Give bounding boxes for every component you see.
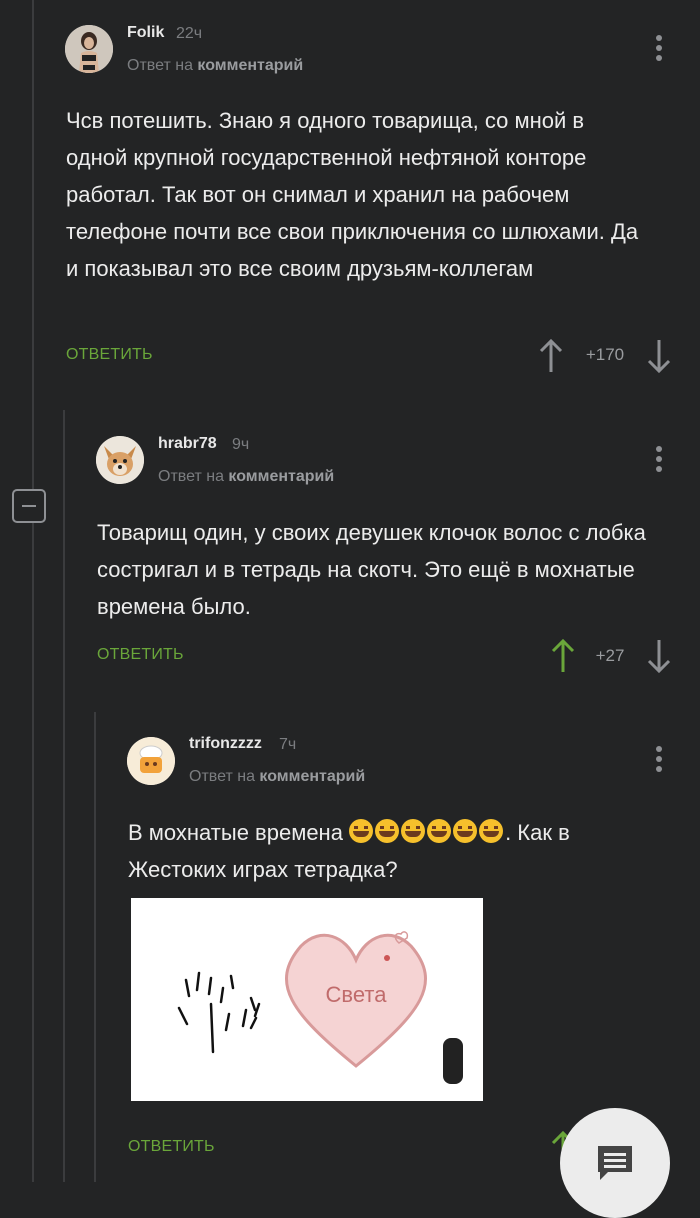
chat-button[interactable] xyxy=(560,1108,670,1218)
thread-line-level-2 xyxy=(63,410,65,1182)
comment-body: Товарищ один, у своих девушек клочок вол… xyxy=(97,520,646,619)
arrow-up-icon[interactable] xyxy=(550,638,576,674)
comment-time: 9ч xyxy=(232,436,250,453)
comment-score: +170 xyxy=(585,345,625,364)
arrow-down-icon[interactable] xyxy=(646,338,672,374)
reply-button[interactable]: ОТВЕТИТЬ xyxy=(97,646,184,664)
avatar-trifonzzzz[interactable] xyxy=(127,737,175,785)
comment-author[interactable]: trifonzzzz xyxy=(189,735,262,753)
reply-button[interactable]: ОТВЕТИТЬ xyxy=(66,346,153,364)
reply-to-prefix: Ответ на xyxy=(158,468,224,485)
notebook-image: Света xyxy=(177,931,463,1084)
more-options-icon[interactable] xyxy=(655,746,663,776)
thread-line-level-1 xyxy=(32,0,34,1182)
collapse-thread-button[interactable] xyxy=(12,489,46,523)
laughing-emoji-icon xyxy=(375,819,400,843)
avatar-folik[interactable] xyxy=(65,25,113,73)
reply-to-target[interactable]: комментарий xyxy=(228,468,334,485)
reply-to-prefix: Ответ на xyxy=(189,768,255,785)
comment-text-before: В мохнатые времена xyxy=(128,820,350,845)
comment-score: +27 xyxy=(595,646,625,665)
reply-to-link[interactable]: Ответ на комментарий xyxy=(127,57,303,75)
reply-to-link[interactable]: Ответ на комментарий xyxy=(158,468,334,486)
reply-to-prefix: Ответ на xyxy=(127,57,193,74)
comment-author[interactable]: hrabr78 xyxy=(158,435,217,453)
reply-to-target[interactable]: комментарий xyxy=(259,768,365,785)
reply-to-link[interactable]: Ответ на комментарий xyxy=(189,768,365,786)
laughing-emoji-icon xyxy=(401,819,426,843)
reply-button[interactable]: ОТВЕТИТЬ xyxy=(128,1138,215,1156)
thread-line-level-3 xyxy=(94,712,96,1182)
more-options-icon[interactable] xyxy=(655,446,663,476)
arrow-down-icon[interactable] xyxy=(646,638,672,674)
comment-author[interactable]: Folik xyxy=(127,24,164,42)
comment-body: В мохнатые времена . Как в Жестоких игра… xyxy=(128,814,658,888)
more-options-icon[interactable] xyxy=(655,35,663,65)
comment-time: 22ч xyxy=(176,25,203,42)
laughing-emoji-icon xyxy=(427,819,452,843)
reply-to-target[interactable]: комментарий xyxy=(197,57,303,74)
laughing-emoji-icon xyxy=(453,819,478,843)
chat-icon xyxy=(598,1146,632,1180)
avatar-hrabr78[interactable] xyxy=(96,436,144,484)
comment-image[interactable]: Света xyxy=(131,898,483,1101)
heart-caption: Света xyxy=(326,982,388,1007)
arrow-up-icon[interactable] xyxy=(538,338,564,374)
comment-time: 7ч xyxy=(279,736,297,753)
comment-body: Чсв потешить. Знаю я одного товарища, со… xyxy=(66,108,639,281)
laughing-emoji-icon xyxy=(349,819,374,843)
laughing-emoji-icon xyxy=(479,819,504,843)
